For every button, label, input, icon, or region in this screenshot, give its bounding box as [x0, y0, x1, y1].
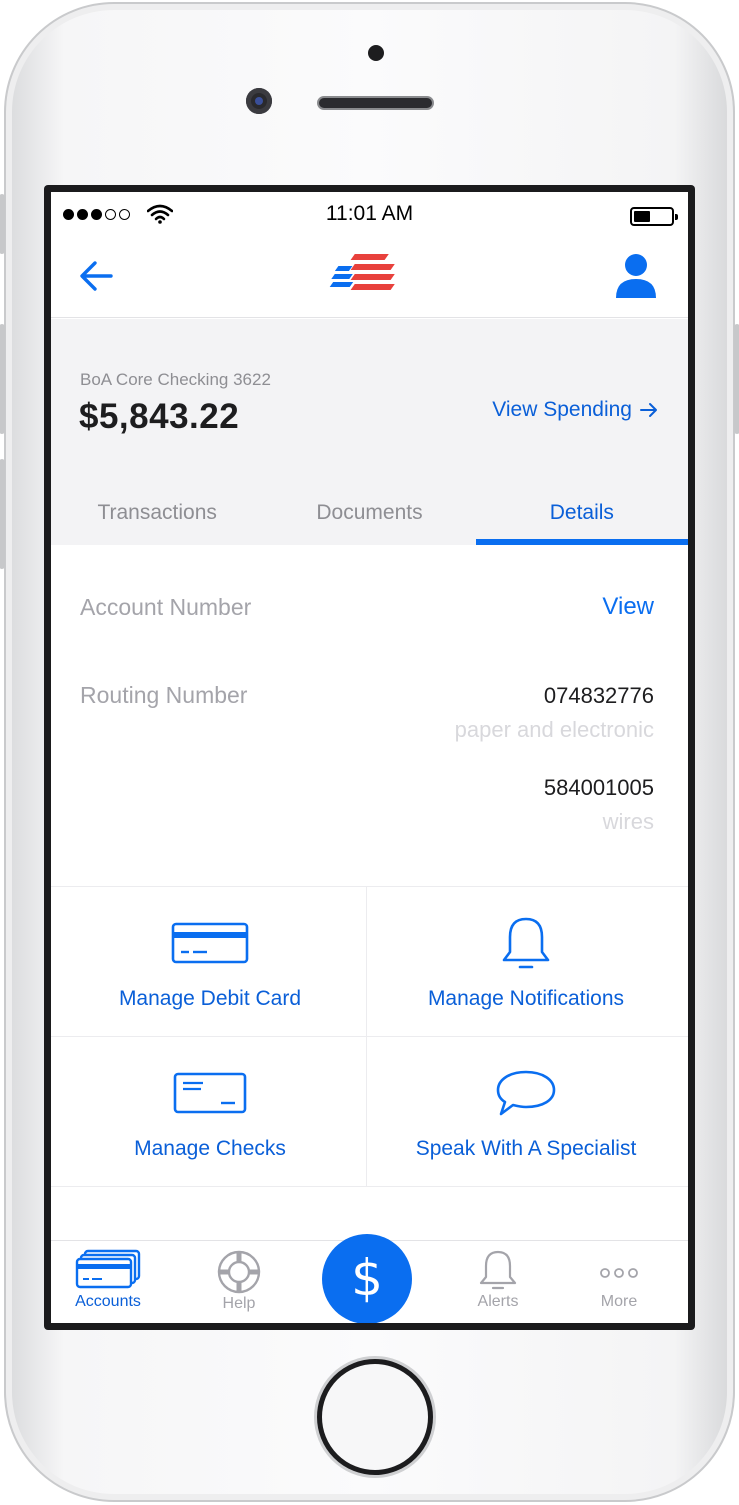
chat-bubble-icon — [496, 1070, 556, 1116]
battery-icon — [630, 207, 678, 226]
account-tabs: Transactions Documents Details — [51, 481, 688, 545]
debit-card-icon — [171, 922, 249, 964]
dollar-icon: $ — [351, 1249, 383, 1307]
status-time: 11:01 AM — [325, 202, 414, 225]
tab-help[interactable]: Help — [184, 1249, 294, 1313]
screen: 11:01 AM BoA Core Checking 3622 $5,843.2… — [44, 185, 695, 1330]
bell-icon — [479, 1250, 517, 1290]
tab-documents[interactable]: Documents — [263, 481, 475, 545]
bottom-tab-bar: Accounts Help $ Alerts More — [51, 1234, 688, 1323]
app-display: 11:01 AM BoA Core Checking 3622 $5,843.2… — [51, 192, 688, 1323]
routing-number-value: 074832776 — [543, 683, 654, 708]
profile-button[interactable] — [614, 252, 658, 300]
power-button — [734, 324, 739, 434]
back-arrow-icon — [80, 261, 113, 291]
pay-transfer-button[interactable]: $ — [322, 1234, 412, 1323]
routing-number-type: paper and electronic — [454, 717, 654, 742]
divider — [51, 1186, 688, 1187]
tab-transactions[interactable]: Transactions — [51, 481, 263, 545]
mute-switch — [0, 194, 5, 254]
bell-icon — [502, 917, 550, 969]
nav-bar — [51, 238, 688, 318]
manage-debit-card-label: Manage Debit Card — [118, 987, 302, 1010]
more-dots-icon — [600, 1268, 638, 1278]
tab-details[interactable]: Details — [475, 481, 688, 545]
proximity-sensor — [368, 45, 384, 61]
account-name: BoA Core Checking 3622 — [80, 370, 271, 389]
tab-label: Help — [222, 1295, 256, 1312]
status-bar: 11:01 AM — [51, 192, 688, 238]
arrow-right-icon — [640, 403, 657, 417]
view-spending-label: View Spending — [492, 398, 632, 421]
tab-label: Alerts — [477, 1293, 519, 1310]
tab-label: Accounts — [75, 1293, 141, 1310]
manage-checks-label: Manage Checks — [134, 1137, 286, 1160]
speak-with-specialist-button[interactable]: Speak With A Specialist — [367, 1037, 685, 1186]
actions-grid: Manage Debit Card Manage Notifications M… — [51, 886, 688, 1187]
routing-number-value: 584001005 — [543, 775, 654, 800]
manage-notifications-button[interactable]: Manage Notifications — [367, 887, 685, 1036]
tab-label: More — [600, 1293, 638, 1310]
manage-checks-button[interactable]: Manage Checks — [51, 1037, 369, 1186]
earpiece-speaker — [317, 96, 434, 110]
bank-logo-icon — [329, 254, 395, 290]
back-button[interactable] — [77, 256, 117, 296]
tab-accounts[interactable]: Accounts — [53, 1249, 163, 1311]
manage-notifications-label: Manage Notifications — [427, 987, 625, 1010]
tab-more[interactable]: More — [564, 1249, 674, 1311]
home-button[interactable] — [317, 1359, 433, 1475]
account-number-label: Account Number — [80, 594, 252, 620]
cards-icon — [75, 1249, 141, 1289]
lifebuoy-icon — [217, 1250, 261, 1294]
check-icon — [173, 1072, 247, 1114]
manage-debit-card-button[interactable]: Manage Debit Card — [51, 887, 369, 1036]
tab-alerts[interactable]: Alerts — [443, 1249, 553, 1311]
volume-down-button — [0, 459, 5, 569]
volume-up-button — [0, 324, 5, 434]
view-account-number-link[interactable]: View — [602, 593, 654, 621]
view-spending-link[interactable]: View Spending — [492, 398, 658, 422]
routing-number-label: Routing Number — [80, 682, 248, 708]
front-camera — [246, 88, 272, 114]
speak-with-specialist-label: Speak With A Specialist — [415, 1137, 637, 1160]
account-balance: $5,843.22 — [79, 397, 240, 436]
routing-number-type: wires — [602, 809, 654, 834]
account-header: BoA Core Checking 3622 $5,843.22 View Sp… — [51, 319, 688, 545]
person-icon — [616, 254, 656, 298]
